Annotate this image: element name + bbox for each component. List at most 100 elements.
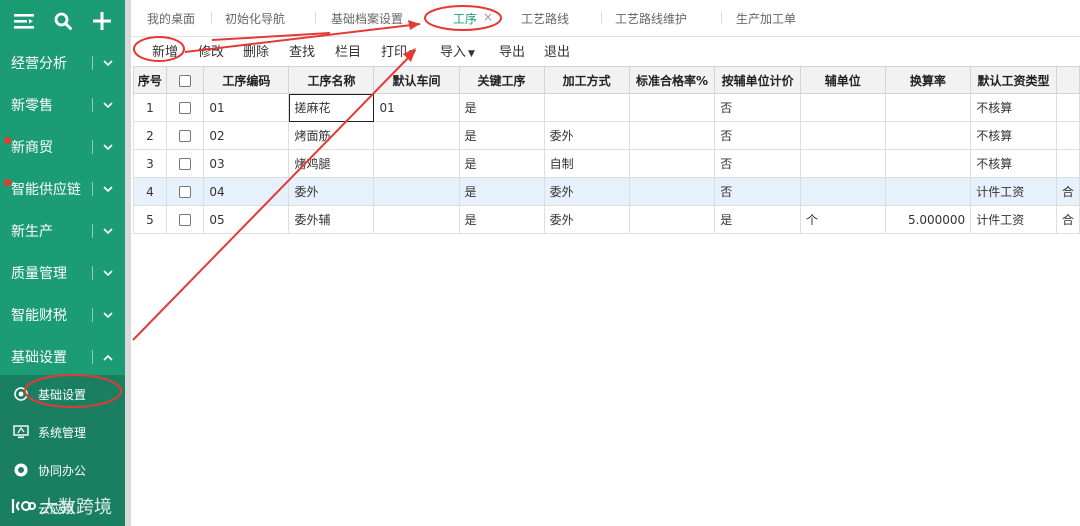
column-header[interactable]: 按辅单位计价 bbox=[714, 66, 801, 94]
cell-key[interactable]: 是 bbox=[458, 121, 545, 150]
tab-my-desktop[interactable]: 我的桌面 bbox=[147, 10, 195, 27]
cell-no[interactable]: 4 bbox=[133, 177, 167, 206]
column-header[interactable]: 序号 bbox=[133, 66, 167, 94]
submenu-item-0[interactable]: 基础设置 bbox=[0, 375, 125, 413]
cell-rate[interactable] bbox=[628, 121, 716, 150]
sidebar-module-4[interactable]: 新生产 bbox=[0, 210, 125, 252]
sidebar-module-5[interactable]: 质量管理 bbox=[0, 252, 125, 294]
cell-extra[interactable] bbox=[1055, 121, 1080, 150]
tab-production-order[interactable]: 生产加工单 bbox=[736, 10, 796, 27]
cell-code[interactable]: 03 bbox=[203, 149, 290, 178]
cell-name[interactable]: 委外辅 bbox=[288, 205, 375, 234]
cell-workshop[interactable] bbox=[373, 121, 460, 150]
table-row[interactable]: 5 05 委外辅是委外是个 5.000000 计件工资合 bbox=[133, 205, 1080, 234]
cell-workshop[interactable] bbox=[373, 205, 460, 234]
cell-code[interactable]: 04 bbox=[203, 177, 290, 206]
cell-no[interactable]: 5 bbox=[133, 205, 167, 234]
tab-process[interactable]: 工序 bbox=[453, 10, 477, 27]
sidebar-module-7[interactable]: 基础设置 bbox=[0, 336, 125, 378]
column-header[interactable] bbox=[1055, 66, 1080, 94]
table-row[interactable]: 3 03 烤鸡腿 是自制 否 不核算 bbox=[133, 149, 1080, 178]
cell-aux_price[interactable]: 否 bbox=[714, 177, 801, 206]
cell-name[interactable]: 烤面筋 bbox=[288, 121, 375, 150]
cell-extra[interactable] bbox=[1055, 149, 1080, 178]
cell-rate[interactable] bbox=[628, 177, 716, 206]
row-checkbox-cell[interactable] bbox=[165, 177, 205, 206]
cell-wage[interactable]: 计件工资 bbox=[970, 205, 1057, 234]
cell-workshop[interactable] bbox=[373, 177, 460, 206]
sidebar-partial-item[interactable]: 云应用 bbox=[38, 500, 74, 517]
tab-init-guide[interactable]: 初始化导航 bbox=[225, 10, 285, 27]
export-button[interactable]: 导出 bbox=[499, 41, 525, 60]
cell-rate[interactable] bbox=[628, 205, 716, 234]
cell-aux_price[interactable]: 否 bbox=[714, 149, 801, 178]
search-icon[interactable] bbox=[50, 8, 76, 34]
cell-wage[interactable]: 不核算 bbox=[970, 149, 1057, 178]
cell-aux_unit[interactable] bbox=[799, 177, 886, 206]
menu-toggle-icon[interactable] bbox=[11, 8, 37, 34]
cell-name[interactable]: 烤鸡腿 bbox=[288, 149, 375, 178]
plus-icon[interactable] bbox=[89, 8, 115, 34]
cell-key[interactable]: 是 bbox=[458, 149, 545, 178]
cell-aux_unit[interactable] bbox=[799, 121, 886, 150]
cell-extra[interactable] bbox=[1055, 93, 1080, 122]
row-checkbox[interactable] bbox=[179, 186, 192, 198]
table-row[interactable]: 1 01 搓麻花 01 是否不核算 bbox=[133, 93, 1080, 122]
column-header[interactable]: 辅单位 bbox=[799, 66, 886, 94]
row-checkbox-cell[interactable] bbox=[165, 149, 205, 178]
column-header[interactable]: 加工方式 bbox=[543, 66, 630, 94]
edit-button[interactable]: 修改 bbox=[198, 41, 224, 60]
column-header[interactable]: 默认车间 bbox=[373, 66, 460, 94]
cell-name[interactable]: 委外 bbox=[288, 177, 375, 206]
tab-basic-archive[interactable]: 基础档案设置 bbox=[331, 10, 403, 27]
find-button[interactable]: 查找 bbox=[289, 41, 315, 60]
delete-button[interactable]: 删除 bbox=[243, 41, 269, 60]
table-row[interactable]: 4 04 委外是委外否计件工资合 bbox=[133, 177, 1080, 206]
cell-key[interactable]: 是 bbox=[458, 93, 545, 122]
column-header[interactable]: 工序编码 bbox=[203, 66, 290, 94]
row-checkbox-cell[interactable] bbox=[165, 121, 205, 150]
row-checkbox-cell[interactable] bbox=[165, 93, 205, 122]
sidebar-module-3[interactable]: 智能供应链 bbox=[0, 168, 125, 210]
cell-workshop[interactable] bbox=[373, 149, 460, 178]
sidebar-module-0[interactable]: 经营分析 bbox=[0, 42, 125, 84]
cell-code[interactable]: 05 bbox=[203, 205, 290, 234]
cell-aux_price[interactable]: 否 bbox=[714, 93, 801, 122]
submenu-item-2[interactable]: 协同办公 bbox=[0, 451, 125, 489]
tab-routing[interactable]: 工艺路线 bbox=[521, 10, 569, 27]
row-checkbox[interactable] bbox=[179, 102, 192, 114]
cell-conv[interactable] bbox=[884, 121, 972, 150]
cell-aux_unit[interactable]: 个 bbox=[799, 205, 886, 234]
cell-method[interactable] bbox=[543, 93, 630, 122]
cell-no[interactable]: 1 bbox=[133, 93, 167, 122]
column-header[interactable]: 换算率 bbox=[884, 66, 972, 94]
cell-aux_unit[interactable] bbox=[799, 93, 886, 122]
table-row[interactable]: 2 02 烤面筋 是委外 否 不核算 bbox=[133, 121, 1080, 150]
cell-code[interactable]: 02 bbox=[203, 121, 290, 150]
row-checkbox[interactable] bbox=[179, 158, 192, 170]
cell-key[interactable]: 是 bbox=[458, 205, 545, 234]
cell-rate[interactable] bbox=[628, 149, 716, 178]
sidebar-module-2[interactable]: 新商贸 bbox=[0, 126, 125, 168]
cell-conv[interactable] bbox=[884, 177, 972, 206]
cell-wage[interactable]: 计件工资 bbox=[970, 177, 1057, 206]
column-header[interactable]: 工序名称 bbox=[288, 66, 375, 94]
columns-button[interactable]: 栏目 bbox=[335, 41, 361, 60]
tab-routing-maintenance[interactable]: 工艺路线维护 bbox=[615, 10, 687, 27]
import-button[interactable]: 导入 ▼ bbox=[440, 41, 475, 60]
cell-method[interactable]: 自制 bbox=[543, 149, 630, 178]
row-checkbox-cell[interactable] bbox=[165, 205, 205, 234]
cell-extra[interactable]: 合 bbox=[1055, 177, 1080, 206]
cell-conv[interactable] bbox=[884, 149, 972, 178]
cell-aux_price[interactable]: 否 bbox=[714, 121, 801, 150]
cell-method[interactable]: 委外 bbox=[543, 205, 630, 234]
select-all-checkbox[interactable] bbox=[179, 74, 192, 87]
cell-method[interactable]: 委外 bbox=[543, 121, 630, 150]
cell-aux_unit[interactable] bbox=[799, 149, 886, 178]
cell-no[interactable]: 2 bbox=[133, 121, 167, 150]
sidebar-module-1[interactable]: 新零售 bbox=[0, 84, 125, 126]
print-button[interactable]: 打印 ▼ bbox=[381, 41, 416, 60]
cell-extra[interactable]: 合 bbox=[1055, 205, 1080, 234]
cell-conv[interactable]: 5.000000 bbox=[884, 205, 972, 234]
row-checkbox[interactable] bbox=[179, 130, 192, 142]
